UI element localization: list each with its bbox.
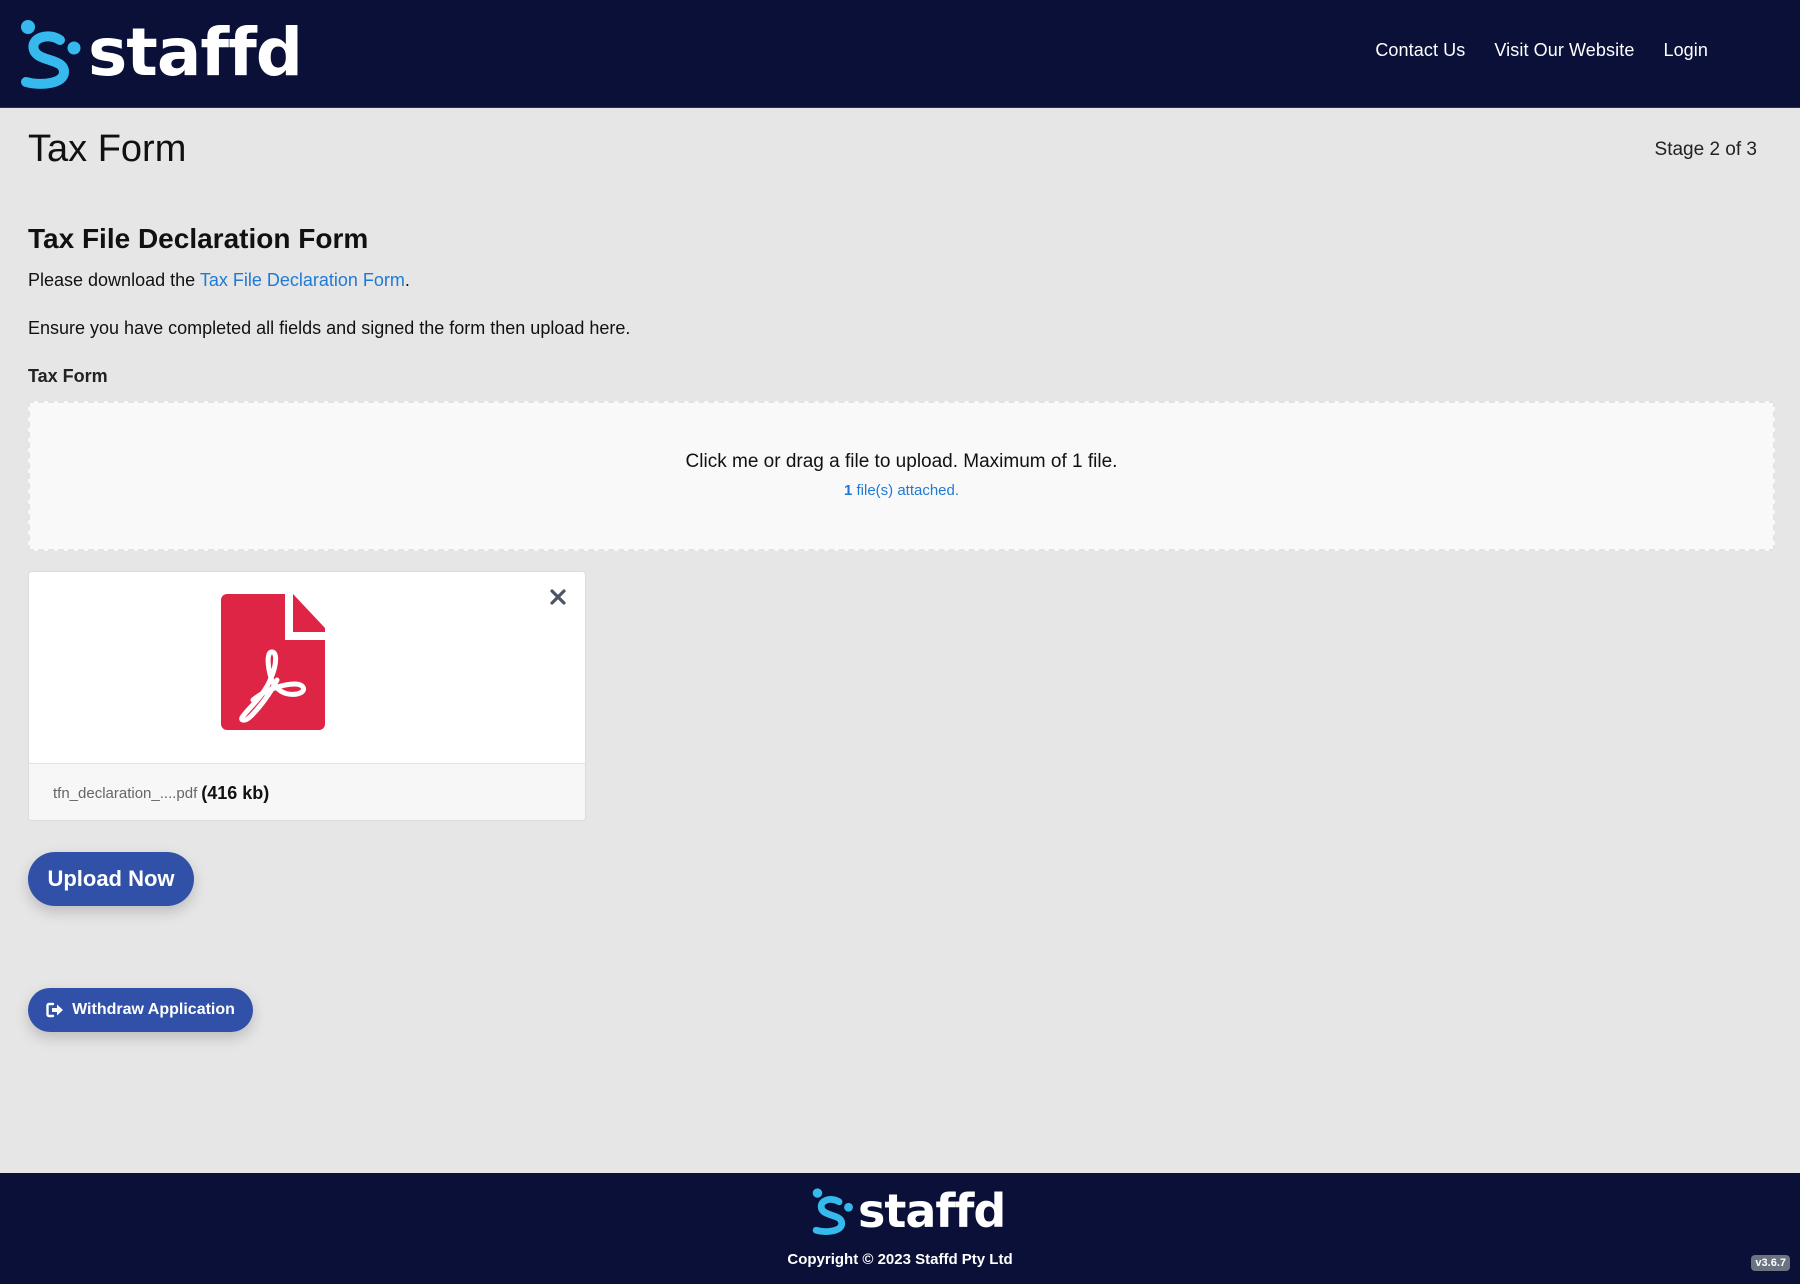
attached-count-label: file(s) attached. <box>852 482 960 499</box>
staffd-logo-icon <box>812 1188 853 1235</box>
nav-login[interactable]: Login <box>1663 40 1708 61</box>
tax-form-download-link[interactable]: Tax File Declaration Form <box>200 270 405 290</box>
nav-contact-us[interactable]: Contact Us <box>1375 40 1465 61</box>
footer-brand-name: staffd <box>858 1183 1006 1238</box>
sign-out-icon <box>46 1002 64 1018</box>
version-badge: v3.6.7 <box>1751 1255 1790 1271</box>
top-navbar: staffd Contact Us Visit Our Website Logi… <box>0 0 1800 108</box>
file-dropzone[interactable]: Click me or drag a file to upload. Maxim… <box>28 401 1775 551</box>
pdf-file-icon <box>221 594 325 730</box>
download-prefix: Please download the <box>28 270 200 290</box>
main-nav: Contact Us Visit Our Website Login <box>1375 40 1708 61</box>
copyright-text: Copyright © 2023 Staffd Pty Ltd <box>787 1251 1013 1268</box>
page-title: Tax Form <box>28 128 187 170</box>
dropzone-text: Click me or drag a file to upload. Maxim… <box>685 451 1118 472</box>
download-suffix: . <box>404 270 410 290</box>
nav-visit-website[interactable]: Visit Our Website <box>1494 40 1634 61</box>
brand-logo[interactable]: staffd <box>18 14 303 92</box>
page-footer: staffd Copyright © 2023 Staffd Pty Ltd v… <box>0 1173 1800 1284</box>
section-title: Tax File Declaration Form <box>28 223 369 254</box>
file-info: tfn_declaration_....pdf (416 kb) <box>29 764 585 820</box>
brand-name: staffd <box>88 14 303 91</box>
attached-count: 1 file(s) attached. <box>30 482 1773 499</box>
tax-form-field-label: Tax Form <box>28 366 108 386</box>
withdraw-application-button[interactable]: Withdraw Application <box>28 988 253 1032</box>
upload-now-button[interactable]: Upload Now <box>28 852 194 906</box>
remove-file-icon[interactable] <box>547 586 569 608</box>
upload-instruction: Ensure you have completed all fields and… <box>28 318 631 338</box>
withdraw-label: Withdraw Application <box>72 1001 235 1018</box>
file-name: tfn_declaration_....pdf <box>53 784 198 802</box>
stage-indicator: Stage 2 of 3 <box>1654 139 1757 160</box>
staffd-logo-icon <box>21 20 81 89</box>
uploaded-file-card: tfn_declaration_....pdf (416 kb) <box>28 571 586 821</box>
footer-logo: staffd <box>810 1183 1006 1238</box>
file-preview <box>29 572 585 764</box>
download-instruction: Please download the Tax File Declaration… <box>28 270 410 291</box>
file-size: (416 kb) <box>201 782 270 803</box>
